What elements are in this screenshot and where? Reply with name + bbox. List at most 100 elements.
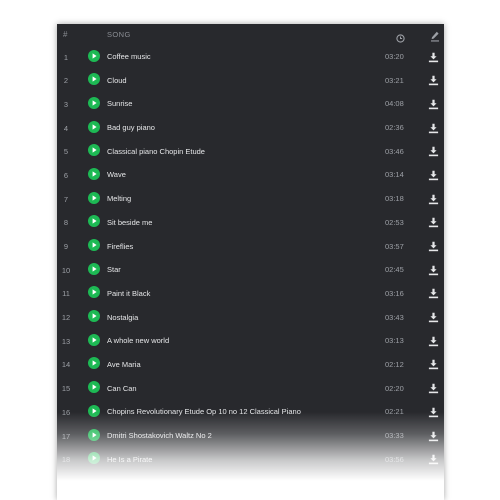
play-icon[interactable] (88, 381, 100, 394)
download-icon[interactable] (428, 239, 439, 252)
play-icon[interactable] (88, 428, 100, 441)
song-duration: 03:20 (385, 52, 404, 61)
clock-icon (396, 30, 405, 43)
song-row[interactable]: 3 Sunrise 04:08 (57, 92, 444, 116)
play-icon[interactable] (88, 286, 100, 299)
song-row[interactable]: 15 Can Can 02:20 (57, 376, 444, 400)
song-row[interactable]: 16 Chopins Revolutionary Etude Op 10 no … (57, 400, 444, 424)
download-icon[interactable] (428, 215, 439, 228)
song-number: 6 (63, 170, 69, 180)
song-row[interactable]: 11 Paint it Black 03:16 (57, 281, 444, 305)
song-title: Chopins Revolutionary Etude Op 10 no 12 … (107, 407, 301, 417)
song-duration: 04:08 (385, 99, 404, 109)
song-number: 18 (61, 455, 71, 465)
song-title: Classical piano Chopin Etude (107, 146, 205, 156)
song-duration: 03:18 (385, 194, 404, 204)
play-icon[interactable] (88, 144, 100, 157)
song-number: 5 (63, 147, 69, 157)
play-icon[interactable] (88, 357, 100, 370)
download-icon[interactable] (428, 97, 439, 110)
song-duration: 03:57 (385, 241, 404, 251)
download-icon[interactable] (428, 452, 439, 465)
song-duration: 02:20 (385, 383, 404, 393)
play-icon[interactable] (88, 120, 100, 133)
play-icon[interactable] (88, 310, 100, 323)
download-icon[interactable] (428, 357, 439, 370)
play-icon[interactable] (88, 239, 100, 251)
song-row[interactable]: 17 Dmitri Shostakovich Waltz No 2 03:33 (57, 424, 444, 448)
song-number: 3 (63, 99, 69, 109)
song-row[interactable]: 10 Star 02:45 (57, 258, 444, 282)
song-title: Star (107, 265, 121, 275)
play-icon[interactable] (88, 215, 100, 228)
play-icon[interactable] (88, 262, 100, 275)
download-icon[interactable] (428, 429, 439, 441)
song-number: 4 (63, 123, 69, 133)
play-icon[interactable] (88, 333, 100, 346)
song-number: 12 (61, 313, 71, 323)
song-duration: 02:53 (385, 217, 404, 227)
song-title: Fireflies (107, 241, 134, 251)
song-number: 7 (63, 194, 69, 204)
song-title: Nostalgia (107, 312, 139, 322)
download-icon[interactable] (428, 334, 439, 346)
song-title: Sit beside me (107, 217, 153, 227)
song-row[interactable]: 8 Sit beside me 02:53 (57, 210, 444, 234)
song-row[interactable]: 7 Melting 03:18 (57, 187, 444, 211)
song-duration: 03:16 (385, 288, 404, 298)
song-title: Sunrise (107, 99, 133, 109)
song-duration: 03:33 (385, 431, 404, 440)
song-row[interactable]: 12 Nostalgia 03:43 (57, 305, 444, 329)
play-icon[interactable] (88, 167, 100, 180)
song-number: 10 (61, 265, 71, 275)
song-row[interactable]: 5 Classical piano Chopin Etude 03:46 (57, 139, 444, 163)
download-icon[interactable] (428, 310, 439, 323)
song-number: 13 (61, 336, 71, 346)
number-column-header: # (63, 30, 68, 39)
song-number: 2 (63, 76, 69, 86)
edit-icon (430, 29, 440, 42)
play-icon[interactable] (88, 49, 100, 62)
download-icon[interactable] (428, 263, 439, 275)
song-list-header: # SONG (57, 24, 444, 46)
song-number: 9 (63, 242, 69, 251)
song-title: Wave (107, 170, 126, 180)
play-icon[interactable] (88, 96, 100, 109)
download-icon[interactable] (428, 168, 439, 181)
download-icon[interactable] (428, 192, 439, 204)
download-icon[interactable] (428, 405, 439, 418)
song-title: Paint it Black (107, 288, 151, 298)
song-number: 14 (61, 360, 71, 370)
song-duration: 03:13 (385, 336, 404, 346)
download-icon[interactable] (428, 121, 439, 133)
song-row[interactable]: 2 Cloud 03:21 (57, 68, 444, 92)
song-title: Dmitri Shostakovich Waltz No 2 (107, 431, 212, 440)
song-number: 8 (63, 218, 69, 228)
song-row[interactable]: 18 He Is a Pirate 03:56 (57, 447, 444, 471)
play-icon[interactable] (88, 452, 100, 465)
song-title: Ave Maria (107, 359, 141, 369)
song-row[interactable]: 13 A whole new world 03:13 (57, 329, 444, 353)
song-number: 11 (62, 289, 70, 299)
song-duration: 03:43 (385, 312, 404, 322)
download-icon[interactable] (428, 50, 439, 62)
play-icon[interactable] (88, 404, 100, 417)
download-icon[interactable] (428, 144, 439, 157)
play-icon[interactable] (88, 73, 100, 86)
song-duration: 03:21 (385, 75, 404, 85)
song-duration: 02:36 (385, 123, 404, 133)
song-row[interactable]: 9 Fireflies 03:57 (57, 234, 444, 258)
play-icon[interactable] (88, 191, 100, 204)
song-row[interactable]: 4 Bad guy piano 02:36 (57, 116, 444, 140)
song-duration: 02:12 (385, 359, 404, 369)
download-icon[interactable] (428, 286, 439, 299)
song-duration: 02:21 (385, 407, 404, 417)
download-icon[interactable] (428, 381, 439, 394)
song-title: Melting (107, 194, 132, 204)
song-row[interactable]: 14 Ave Maria 02:12 (57, 352, 444, 376)
song-number: 16 (61, 407, 71, 417)
song-row[interactable]: 1 Coffee music 03:20 (57, 45, 444, 69)
song-row[interactable]: 6 Wave 03:14 (57, 163, 444, 187)
download-icon[interactable] (428, 73, 439, 86)
song-title: Coffee music (107, 52, 151, 61)
